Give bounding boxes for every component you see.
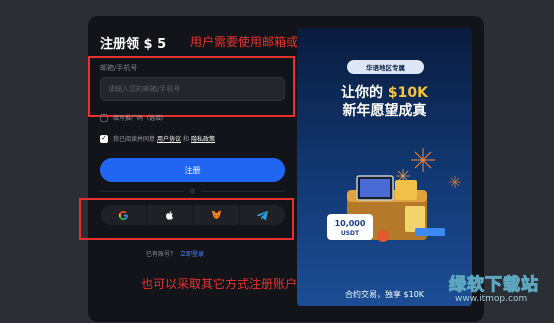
or-divider: 或 [100, 187, 286, 195]
login-prompt: 已有账号？ [146, 251, 177, 258]
watermark-url: www.itmop.com [455, 294, 528, 304]
page-title: 注册领 $ 5 [100, 37, 167, 52]
metamask-icon [211, 210, 221, 220]
telegram-login-button[interactable] [240, 205, 285, 225]
or-text: 或 [190, 188, 196, 195]
referral-label: 填写推广码（选填） [113, 115, 168, 122]
terms-link[interactable]: 用户协议 [157, 134, 181, 143]
check-icon: ✓ [101, 134, 107, 142]
divider-line-left [100, 190, 184, 192]
apple-icon [165, 210, 173, 220]
google-login-button[interactable] [101, 205, 148, 225]
gold-bar-icon [395, 180, 417, 200]
apple-login-button[interactable] [147, 205, 194, 225]
email-phone-input[interactable] [100, 77, 285, 101]
region-tag: 华语地区专属 [347, 60, 424, 74]
firework-icon [411, 148, 435, 172]
referral-checkbox-row[interactable]: 填写推广码（选填） [100, 113, 167, 122]
watermark-name: 绿软下载站 [449, 275, 539, 296]
login-row: 已有账号？ 立即登录 [146, 249, 204, 258]
coupon-value: 10,000 [335, 219, 366, 228]
login-link[interactable]: 立即登录 [180, 249, 204, 258]
promo-headline-prefix: 让你的 [341, 85, 384, 101]
email-phone-label: 邮箱/手机号 [100, 64, 138, 72]
telegram-icon [256, 210, 268, 220]
coupon-unit: USDT [341, 230, 360, 237]
google-icon [119, 210, 129, 220]
agreement-checkbox[interactable]: ✓ [100, 134, 108, 143]
privacy-link[interactable]: 隐私政策 [191, 134, 215, 143]
promo-headline-amount: $10K [387, 85, 428, 101]
coin-icon [377, 230, 389, 242]
firework-right-icon [449, 176, 461, 188]
promo-banner[interactable]: 华语地区专属 让你的 $10K 新年愿望成真 10,000 USDT 合约交易，… [297, 28, 472, 306]
agreement-and: 和 [183, 136, 190, 143]
referral-checkbox[interactable] [100, 113, 108, 122]
annotation-bottom: 也可以采取其它方式注册账户 [141, 277, 298, 291]
promo-caption: 合约交易，独享 $10K [344, 290, 425, 299]
bonus-card-icon [415, 228, 445, 236]
signup-button[interactable]: 注册 [100, 158, 285, 182]
divider-line-right [201, 190, 286, 192]
promo-headline-2: 新年愿望成真 [342, 103, 427, 119]
agreement-row: ✓ 我已阅读并同意 用户协议 和 隐私政策 [100, 134, 217, 143]
coupon-card: 10,000 USDT [327, 214, 373, 240]
promo-headline-1: 让你的 $10K [297, 82, 472, 102]
metamask-login-button[interactable] [194, 205, 240, 225]
prize-illustration: 10,000 USDT [327, 148, 461, 242]
agreement-prefix: 我已阅读并同意 [113, 136, 156, 143]
social-login-bar [101, 205, 285, 225]
